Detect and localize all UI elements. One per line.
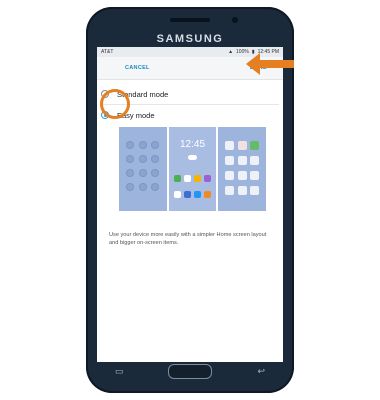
app-dot [151, 155, 160, 163]
internet-app-icon [203, 175, 211, 182]
store-app-icon [193, 191, 201, 198]
preview-home-screen: 12:45 [168, 127, 217, 211]
app-dot [126, 141, 135, 149]
app-dot [151, 141, 160, 149]
highlight-circle [100, 89, 130, 119]
preview-apps-left [119, 127, 167, 211]
app-square [250, 171, 260, 180]
app-square [237, 141, 247, 150]
app-square [237, 186, 247, 195]
app-square [225, 141, 235, 150]
app-dot [138, 155, 147, 163]
hardware-nav-bar: ▭ ↩ [97, 357, 283, 385]
easy-mode-preview: 12:45 [119, 127, 267, 211]
app-square [237, 171, 247, 180]
recent-apps-icon[interactable]: ▭ [115, 366, 124, 377]
contacts-app-icon [184, 175, 192, 182]
easy-mode-description: Use your device more easily with a simpl… [109, 232, 267, 246]
brand-logo: SAMSUNG [156, 33, 224, 45]
app-square [225, 156, 235, 165]
gallery-app-icon [184, 191, 192, 198]
phone-app-icon [174, 175, 182, 182]
carrier-label: AT&T [101, 49, 114, 55]
app-square [250, 156, 260, 165]
app-dot [138, 141, 147, 149]
app-square [225, 171, 235, 180]
messages-app-icon [193, 175, 201, 182]
apps-app-icon [203, 191, 211, 198]
pointer-arrow-icon [246, 53, 294, 75]
app-dot [138, 183, 147, 191]
app-dot [151, 183, 160, 191]
app-square [237, 156, 247, 165]
app-square [250, 141, 260, 150]
preview-apps-right [218, 127, 267, 211]
back-icon[interactable]: ↩ [257, 366, 265, 377]
app-dot [126, 169, 135, 177]
app-dot [138, 169, 147, 177]
weather-cloud-icon [187, 155, 197, 160]
app-dot [126, 155, 135, 163]
signal-icon: ▲ [228, 49, 234, 55]
earpiece-speaker [170, 18, 210, 22]
preview-clock: 12:45 [179, 139, 206, 150]
camera-app-icon [174, 191, 182, 198]
app-square [250, 186, 260, 195]
app-dot [151, 169, 160, 177]
app-dot [126, 183, 135, 191]
app-square [225, 186, 235, 195]
cancel-button[interactable]: CANCEL [125, 65, 150, 71]
front-camera [232, 17, 238, 23]
home-button[interactable] [168, 363, 213, 379]
